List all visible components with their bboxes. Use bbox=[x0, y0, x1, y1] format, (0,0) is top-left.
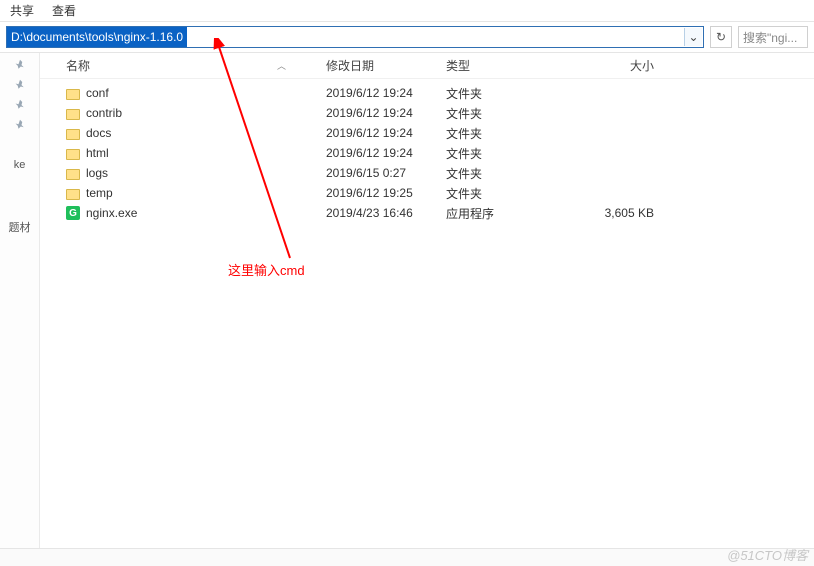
file-name: docs bbox=[86, 126, 111, 140]
table-row[interactable]: contrib 2019/6/12 19:24文件夹 bbox=[40, 103, 814, 123]
menu-share[interactable]: 共享 bbox=[10, 2, 34, 19]
file-pane: 名称 ︿ 修改日期 类型 大小 conf2019/6/12 19:24文件夹co… bbox=[40, 53, 814, 548]
folder-icon bbox=[66, 109, 80, 120]
annotation-text: 这里输入cmd bbox=[228, 260, 305, 279]
cell-size: 3,605 KB bbox=[566, 206, 666, 220]
cell-type: 文件夹 bbox=[446, 145, 566, 162]
column-headers: 名称 ︿ 修改日期 类型 大小 bbox=[40, 53, 814, 79]
header-size[interactable]: 大小 bbox=[566, 57, 666, 74]
cell-name: conf bbox=[66, 86, 326, 100]
file-name: nginx.exe bbox=[86, 206, 137, 220]
header-date[interactable]: 修改日期 bbox=[326, 57, 446, 74]
folder-icon bbox=[66, 149, 80, 160]
table-row[interactable]: conf 2019/6/12 19:24文件夹 bbox=[40, 83, 814, 103]
main-area: ke 题材 名称 ︿ 修改日期 类型 大小 conf 2019/6/12 19:2… bbox=[0, 52, 814, 548]
table-row[interactable]: html 2019/6/12 19:24文件夹 bbox=[40, 143, 814, 163]
folder-icon bbox=[66, 169, 80, 180]
cell-name: temp bbox=[66, 186, 326, 200]
refresh-button[interactable]: ↻ bbox=[710, 26, 732, 48]
cell-type: 文件夹 bbox=[446, 125, 566, 142]
file-name: contrib bbox=[86, 106, 122, 120]
file-name: html bbox=[86, 146, 109, 160]
chevron-down-icon: ⌄ bbox=[688, 30, 698, 44]
cell-type: 应用程序 bbox=[446, 205, 566, 222]
pin-icon bbox=[14, 99, 26, 111]
cell-type: 文件夹 bbox=[446, 85, 566, 102]
search-input[interactable]: 搜索"ngi... bbox=[738, 26, 808, 48]
cell-name: html bbox=[66, 146, 326, 160]
file-name: logs bbox=[86, 166, 108, 180]
cell-name: Gnginx.exe bbox=[66, 206, 326, 220]
cell-date: 2019/6/12 19:24 bbox=[326, 146, 446, 160]
watermark: @51CTO博客 bbox=[727, 545, 808, 564]
cell-type: 文件夹 bbox=[446, 165, 566, 182]
table-row[interactable]: docs 2019/6/12 19:24文件夹 bbox=[40, 123, 814, 143]
folder-icon bbox=[66, 129, 80, 140]
address-row: D:\documents\tools\nginx-1.16.0 ⌄ ↻ 搜索"n… bbox=[0, 22, 814, 52]
pin-icon bbox=[14, 119, 26, 131]
pin-icon bbox=[14, 79, 26, 91]
folder-icon bbox=[66, 189, 80, 200]
cell-date: 2019/4/23 16:46 bbox=[326, 206, 446, 220]
table-row[interactable]: Gnginx.exe2019/4/23 16:46应用程序3,605 KB bbox=[40, 203, 814, 223]
file-name: temp bbox=[86, 186, 113, 200]
cell-name: logs bbox=[66, 166, 326, 180]
address-path[interactable]: D:\documents\tools\nginx-1.16.0 bbox=[7, 27, 187, 47]
pin-icon bbox=[14, 59, 26, 71]
exe-icon: G bbox=[66, 206, 80, 220]
rail-label-2: 题材 bbox=[9, 219, 31, 235]
cell-name: contrib bbox=[66, 106, 326, 120]
file-name: conf bbox=[86, 86, 109, 100]
cell-date: 2019/6/12 19:25 bbox=[326, 186, 446, 200]
sort-caret-icon: ︿ bbox=[277, 59, 286, 72]
cell-type: 文件夹 bbox=[446, 105, 566, 122]
cell-date: 2019/6/12 19:24 bbox=[326, 106, 446, 120]
cell-name: docs bbox=[66, 126, 326, 140]
address-dropdown-button[interactable]: ⌄ bbox=[684, 28, 702, 46]
status-bar bbox=[0, 548, 814, 566]
header-name[interactable]: 名称 ︿ bbox=[66, 57, 326, 74]
rail-label-1: ke bbox=[14, 159, 26, 171]
header-name-label: 名称 bbox=[66, 59, 90, 73]
cell-type: 文件夹 bbox=[446, 185, 566, 202]
cell-date: 2019/6/15 0:27 bbox=[326, 166, 446, 180]
cell-date: 2019/6/12 19:24 bbox=[326, 126, 446, 140]
table-row[interactable]: logs 2019/6/15 0:27文件夹 bbox=[40, 163, 814, 183]
menu-view[interactable]: 查看 bbox=[52, 2, 76, 19]
table-row[interactable]: temp 2019/6/12 19:25文件夹 bbox=[40, 183, 814, 203]
folder-icon bbox=[66, 89, 80, 100]
header-type[interactable]: 类型 bbox=[446, 57, 566, 74]
file-list: conf2019/6/12 19:24文件夹contrib2019/6/12 1… bbox=[40, 79, 814, 223]
window-menu: 共享 查看 bbox=[0, 0, 814, 22]
navigation-rail: ke 题材 bbox=[0, 53, 40, 548]
address-bar[interactable]: D:\documents\tools\nginx-1.16.0 ⌄ bbox=[6, 26, 704, 48]
cell-date: 2019/6/12 19:24 bbox=[326, 86, 446, 100]
refresh-icon: ↻ bbox=[716, 30, 726, 44]
